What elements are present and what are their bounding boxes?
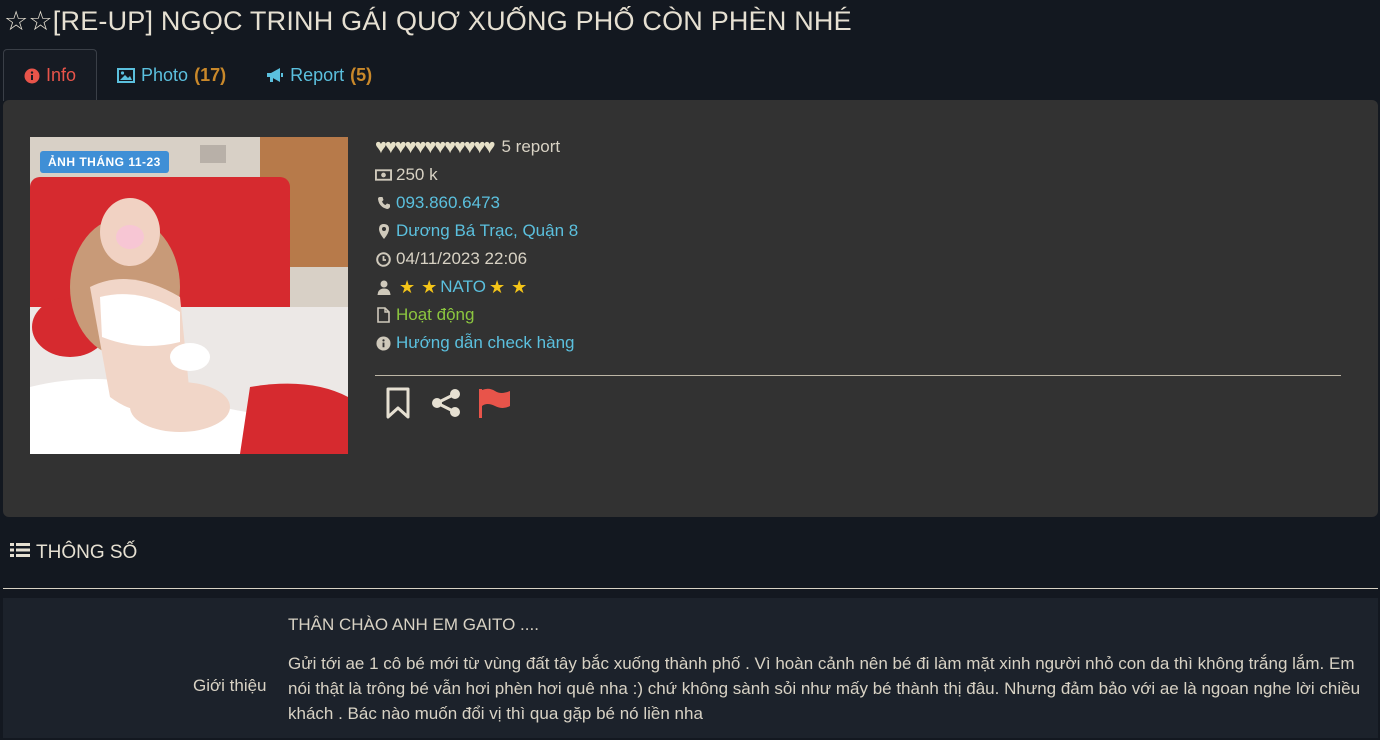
poster-row: ★ ★ NATO ★ ★	[375, 273, 578, 301]
phone-icon	[375, 195, 392, 212]
star-icon: ★	[511, 276, 528, 297]
megaphone-icon	[266, 67, 284, 83]
flag-icon	[479, 388, 510, 418]
page-title: ☆☆[RE-UP] NGỌC TRINH GÁI QUƠ XUỐNG PHỐ C…	[4, 6, 852, 36]
specs-heading-label: THÔNG SỐ	[36, 542, 138, 563]
star-icon: ★	[488, 276, 506, 297]
star-icon: ★	[421, 276, 438, 297]
price-row: 250 k	[375, 161, 578, 189]
tab-photo[interactable]: Photo (17)	[97, 49, 246, 101]
bookmark-icon	[386, 387, 410, 419]
user-icon	[375, 279, 392, 296]
tab-bar: Info Photo (17) Report (5)	[3, 49, 392, 101]
price-value: 250 k	[396, 165, 438, 184]
specs-table: Giới thiệu THÂN CHÀO ANH EM GAITO .... G…	[3, 598, 1378, 738]
star-icon: ★	[399, 276, 416, 297]
info-circle-icon	[24, 68, 40, 84]
clock-icon	[375, 251, 392, 268]
intro-greeting: THÂN CHÀO ANH EM GAITO ....	[288, 615, 539, 634]
profile-panel: ẢNH THÁNG 11-23 ♥♥♥♥♥♥♥♥♥♥♥♥ 5 report 25…	[3, 100, 1378, 517]
status-row: Hoạt động	[375, 301, 578, 329]
share-button[interactable]	[428, 385, 464, 421]
action-bar	[380, 385, 512, 421]
share-icon	[432, 389, 460, 417]
list-icon	[10, 542, 30, 564]
datetime-value: 04/11/2023 22:06	[396, 249, 528, 268]
guide-link[interactable]: Hướng dẫn check hàng	[396, 333, 574, 353]
phone-link[interactable]: 093.860.6473	[396, 193, 500, 213]
money-icon	[375, 167, 392, 184]
section-divider	[3, 588, 1378, 589]
rating-hearts: ♥♥♥♥♥♥♥♥♥♥♥♥	[375, 135, 495, 158]
intro-description: Gửi tới ae 1 cô bé mới từ vùng đất tây b…	[288, 654, 1361, 723]
tab-photo-label: Photo	[141, 64, 189, 85]
divider	[375, 375, 1341, 376]
location-row: Dương Bá Trạc, Quận 8	[375, 217, 578, 245]
specs-heading: THÔNG SỐ	[10, 542, 137, 564]
location-link[interactable]: Dương Bá Trạc, Quận 8	[396, 221, 578, 241]
map-marker-icon	[375, 223, 392, 240]
tab-photo-count: (17)	[194, 64, 227, 85]
photo-badge: ẢNH THÁNG 11-23	[40, 151, 169, 173]
tab-report-count: (5)	[350, 64, 373, 85]
tab-report-label: Report	[290, 64, 345, 85]
poster-link[interactable]: NATO	[440, 277, 486, 297]
report-count: 5 report	[501, 137, 561, 156]
phone-row: 093.860.6473	[375, 189, 578, 217]
info-circle-icon	[375, 335, 392, 352]
guide-row: Hướng dẫn check hàng	[375, 329, 578, 357]
tab-info[interactable]: Info	[3, 49, 98, 101]
intro-body: THÂN CHÀO ANH EM GAITO .... Gửi tới ae 1…	[288, 612, 1368, 740]
profile-photo[interactable]: ẢNH THÁNG 11-23	[30, 137, 348, 454]
status-value: Hoạt động	[396, 305, 475, 324]
tab-report[interactable]: Report (5)	[246, 49, 392, 101]
datetime-row: 04/11/2023 22:06	[375, 245, 578, 273]
file-icon	[375, 307, 392, 324]
tab-info-label: Info	[46, 65, 77, 85]
report-flag-button[interactable]	[476, 385, 512, 421]
photo-illustration	[30, 137, 348, 454]
intro-label: Giới thiệu	[193, 676, 267, 695]
rating-row: ♥♥♥♥♥♥♥♥♥♥♥♥ 5 report	[375, 133, 578, 161]
bookmark-button[interactable]	[380, 385, 416, 421]
profile-info: ♥♥♥♥♥♥♥♥♥♥♥♥ 5 report 250 k 093.860.6473…	[375, 133, 578, 357]
image-icon	[117, 67, 136, 83]
